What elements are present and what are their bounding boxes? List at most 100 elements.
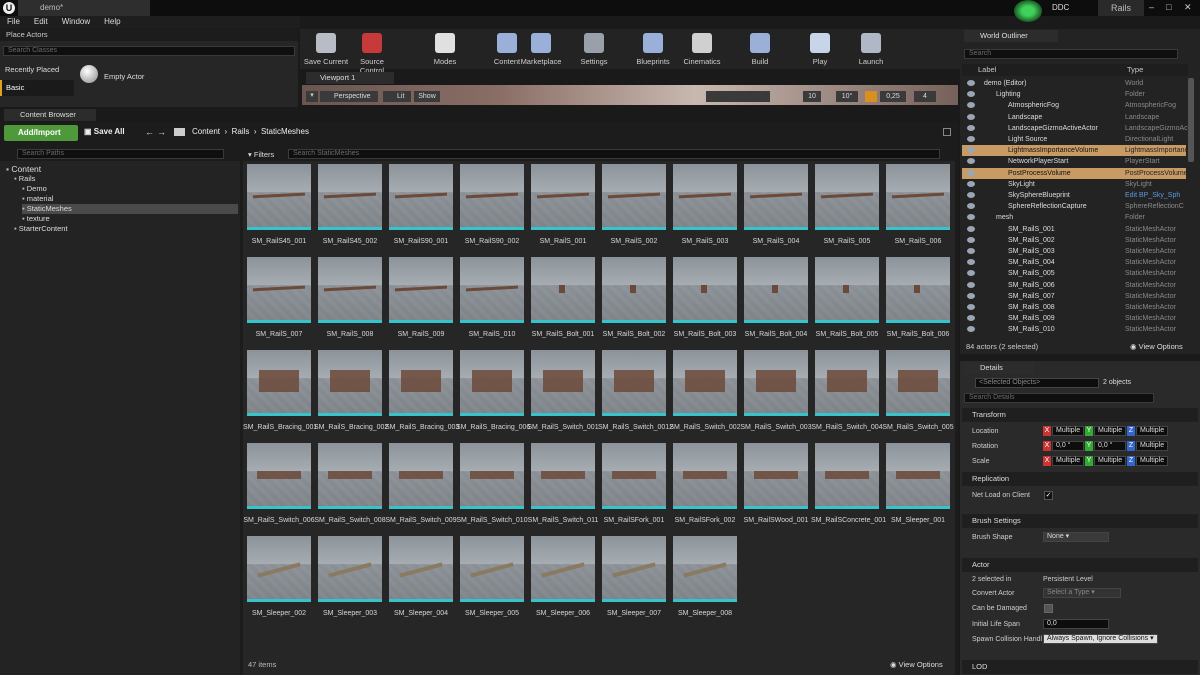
asset-label[interactable]: SM_Sleeper_004 <box>385 609 457 618</box>
asset-label[interactable]: SM_Sleeper_007 <box>598 609 670 618</box>
outliner-scrollbar[interactable] <box>1188 78 1194 162</box>
toolbar-play-button[interactable]: Play <box>797 31 843 67</box>
label-column-header[interactable]: Label <box>978 64 996 76</box>
grid-snap-button[interactable]: 10 <box>803 91 821 102</box>
toolbar-build-button[interactable]: Build <box>737 31 783 67</box>
outliner-row[interactable]: mesh Folder <box>962 212 1186 223</box>
toolbar-save-button[interactable]: Save Current <box>303 31 349 67</box>
asset-thumbnail[interactable] <box>673 443 737 509</box>
asset-label[interactable]: SM_RailS_003 <box>669 237 741 246</box>
asset-thumbnail[interactable] <box>602 536 666 602</box>
asset-thumbnail[interactable] <box>673 350 737 416</box>
asset-label[interactable]: SM_RailS_004 <box>740 237 812 246</box>
asset-thumbnail[interactable] <box>602 164 666 230</box>
asset-label[interactable]: SM_RailS_Bolt_001 <box>527 330 599 339</box>
folder-tree-item[interactable]: ▪ StarterContent <box>14 224 238 234</box>
scale-snap-button[interactable]: 0,25 <box>880 91 906 102</box>
lit-button[interactable]: Lit <box>383 91 411 102</box>
outliner-row[interactable]: SM_RailS_001 StaticMeshActor <box>962 224 1186 235</box>
asset-thumbnail[interactable] <box>673 257 737 323</box>
asset-thumbnail[interactable] <box>673 164 737 230</box>
visibility-eye-icon[interactable] <box>967 270 975 277</box>
menu-file[interactable]: File <box>7 16 20 28</box>
visibility-eye-icon[interactable] <box>967 158 975 165</box>
transform-value-field[interactable]: Multiple <box>1136 441 1168 451</box>
folder-tree-item[interactable]: ▪ Content <box>6 164 238 174</box>
toolbar-cinematics-button[interactable]: Cinematics <box>679 31 725 67</box>
toolbar-blueprints-button[interactable]: Blueprints <box>630 31 676 67</box>
asset-label[interactable]: SM_RailS_007 <box>243 330 315 339</box>
asset-thumbnail[interactable] <box>247 257 311 323</box>
asset-label[interactable]: SM_RailS_001 <box>527 237 599 246</box>
recently-placed-tab[interactable]: Recently Placed <box>5 65 59 74</box>
actor-section[interactable]: Actor <box>962 558 1198 572</box>
lod-section[interactable]: LOD <box>962 660 1198 674</box>
status-icon[interactable] <box>1014 0 1042 22</box>
visibility-eye-icon[interactable] <box>967 236 975 243</box>
asset-label[interactable]: SM_RailS45_001 <box>243 237 315 246</box>
type-column-header[interactable]: Type <box>1127 64 1143 76</box>
menu-edit[interactable]: Edit <box>34 16 48 28</box>
outliner-row[interactable]: LandscapeGizmoActiveActor LandscapeGizmoA… <box>962 123 1191 134</box>
transform-tools[interactable] <box>706 91 770 102</box>
visibility-eye-icon[interactable] <box>967 192 975 198</box>
asset-thumbnail[interactable] <box>460 164 524 230</box>
outliner-row[interactable]: Lighting Folder <box>962 89 1186 100</box>
outliner-row[interactable]: SM_RailS_003 StaticMeshActor <box>962 246 1186 257</box>
visibility-eye-icon[interactable] <box>967 281 975 288</box>
details-tab[interactable]: Details <box>964 362 1034 374</box>
asset-thumbnail[interactable] <box>744 164 808 230</box>
asset-thumbnail[interactable] <box>602 257 666 323</box>
content-browser-tab[interactable]: Content Browser <box>4 109 96 121</box>
toolbar-marketplace-button[interactable]: Marketplace <box>518 31 564 67</box>
asset-label[interactable]: SM_RailS_Switch_009 <box>385 516 457 525</box>
asset-label[interactable]: SM_RailS_Bolt_002 <box>598 330 670 339</box>
minimize-button[interactable]: – <box>1149 2 1154 12</box>
asset-label[interactable]: SM_RailS_Bracing_001 <box>243 423 317 432</box>
visibility-eye-icon[interactable] <box>967 248 975 254</box>
outliner-row[interactable]: SM_RailS_010 StaticMeshActor <box>962 324 1186 335</box>
outliner-row[interactable]: LightmassImportanceVolume LightmassImport… <box>962 145 1188 157</box>
asset-thumbnail[interactable] <box>460 536 524 602</box>
asset-thumbnail[interactable] <box>744 443 808 509</box>
asset-thumbnail[interactable] <box>886 350 950 416</box>
visibility-eye-icon[interactable] <box>967 304 975 310</box>
asset-label[interactable]: SM_RailS_Bracing_002 <box>314 423 388 432</box>
outliner-row[interactable]: SM_RailS_004 StaticMeshActor <box>962 257 1186 268</box>
breadcrumb-content[interactable]: Content <box>192 127 220 136</box>
folder-tree-item[interactable]: ▪ texture <box>22 214 238 224</box>
transform-value-field[interactable]: Multiple <box>1136 456 1168 466</box>
visibility-eye-icon[interactable] <box>967 214 975 221</box>
maximize-button[interactable]: □ <box>1166 2 1171 12</box>
asset-thumbnail[interactable] <box>815 350 879 416</box>
perspective-button[interactable]: Perspective <box>320 91 378 102</box>
outliner-row[interactable]: demo (Editor) World <box>962 78 1186 89</box>
outliner-row[interactable]: SM_RailS_002 StaticMeshActor <box>962 235 1186 246</box>
lock-icon[interactable] <box>943 128 951 136</box>
outliner-view-options[interactable]: ◉ View Options <box>1130 342 1183 351</box>
asset-thumbnail[interactable] <box>389 164 453 230</box>
asset-thumbnail[interactable] <box>247 443 311 509</box>
asset-label[interactable]: SM_RailS_Bolt_004 <box>740 330 812 339</box>
asset-label[interactable]: SM_RailS45_002 <box>314 237 386 246</box>
asset-thumbnail[interactable] <box>531 443 595 509</box>
asset-label[interactable]: SM_RailS_Bolt_003 <box>669 330 741 339</box>
outliner-row[interactable]: SphereReflectionCapture SphereReflectionC <box>962 201 1186 212</box>
toolbar-settings-button[interactable]: Settings <box>571 31 617 67</box>
search-details-input[interactable]: Search Details <box>964 393 1154 403</box>
outliner-row[interactable]: SM_RailS_006 StaticMeshActor <box>962 280 1186 291</box>
asset-thumbnail[interactable] <box>744 257 808 323</box>
asset-thumbnail[interactable] <box>389 536 453 602</box>
visibility-eye-icon[interactable] <box>967 315 975 322</box>
visibility-eye-icon[interactable] <box>967 169 975 176</box>
asset-label[interactable]: SM_RailS_008 <box>314 330 386 339</box>
add-import-button[interactable]: Add/Import <box>4 125 78 141</box>
asset-label[interactable]: SM_RailS_Switch_0012 <box>598 423 673 432</box>
save-all-button[interactable]: ▣ Save All <box>84 127 125 136</box>
filters-button[interactable]: ▾ Filters <box>248 150 274 159</box>
asset-label[interactable]: SM_RailS_010 <box>456 330 528 339</box>
folder-tree-item[interactable]: ▪ Rails <box>14 174 238 184</box>
visibility-eye-icon[interactable] <box>967 326 975 333</box>
visibility-eye-icon[interactable] <box>967 180 975 187</box>
visibility-eye-icon[interactable] <box>967 147 975 154</box>
